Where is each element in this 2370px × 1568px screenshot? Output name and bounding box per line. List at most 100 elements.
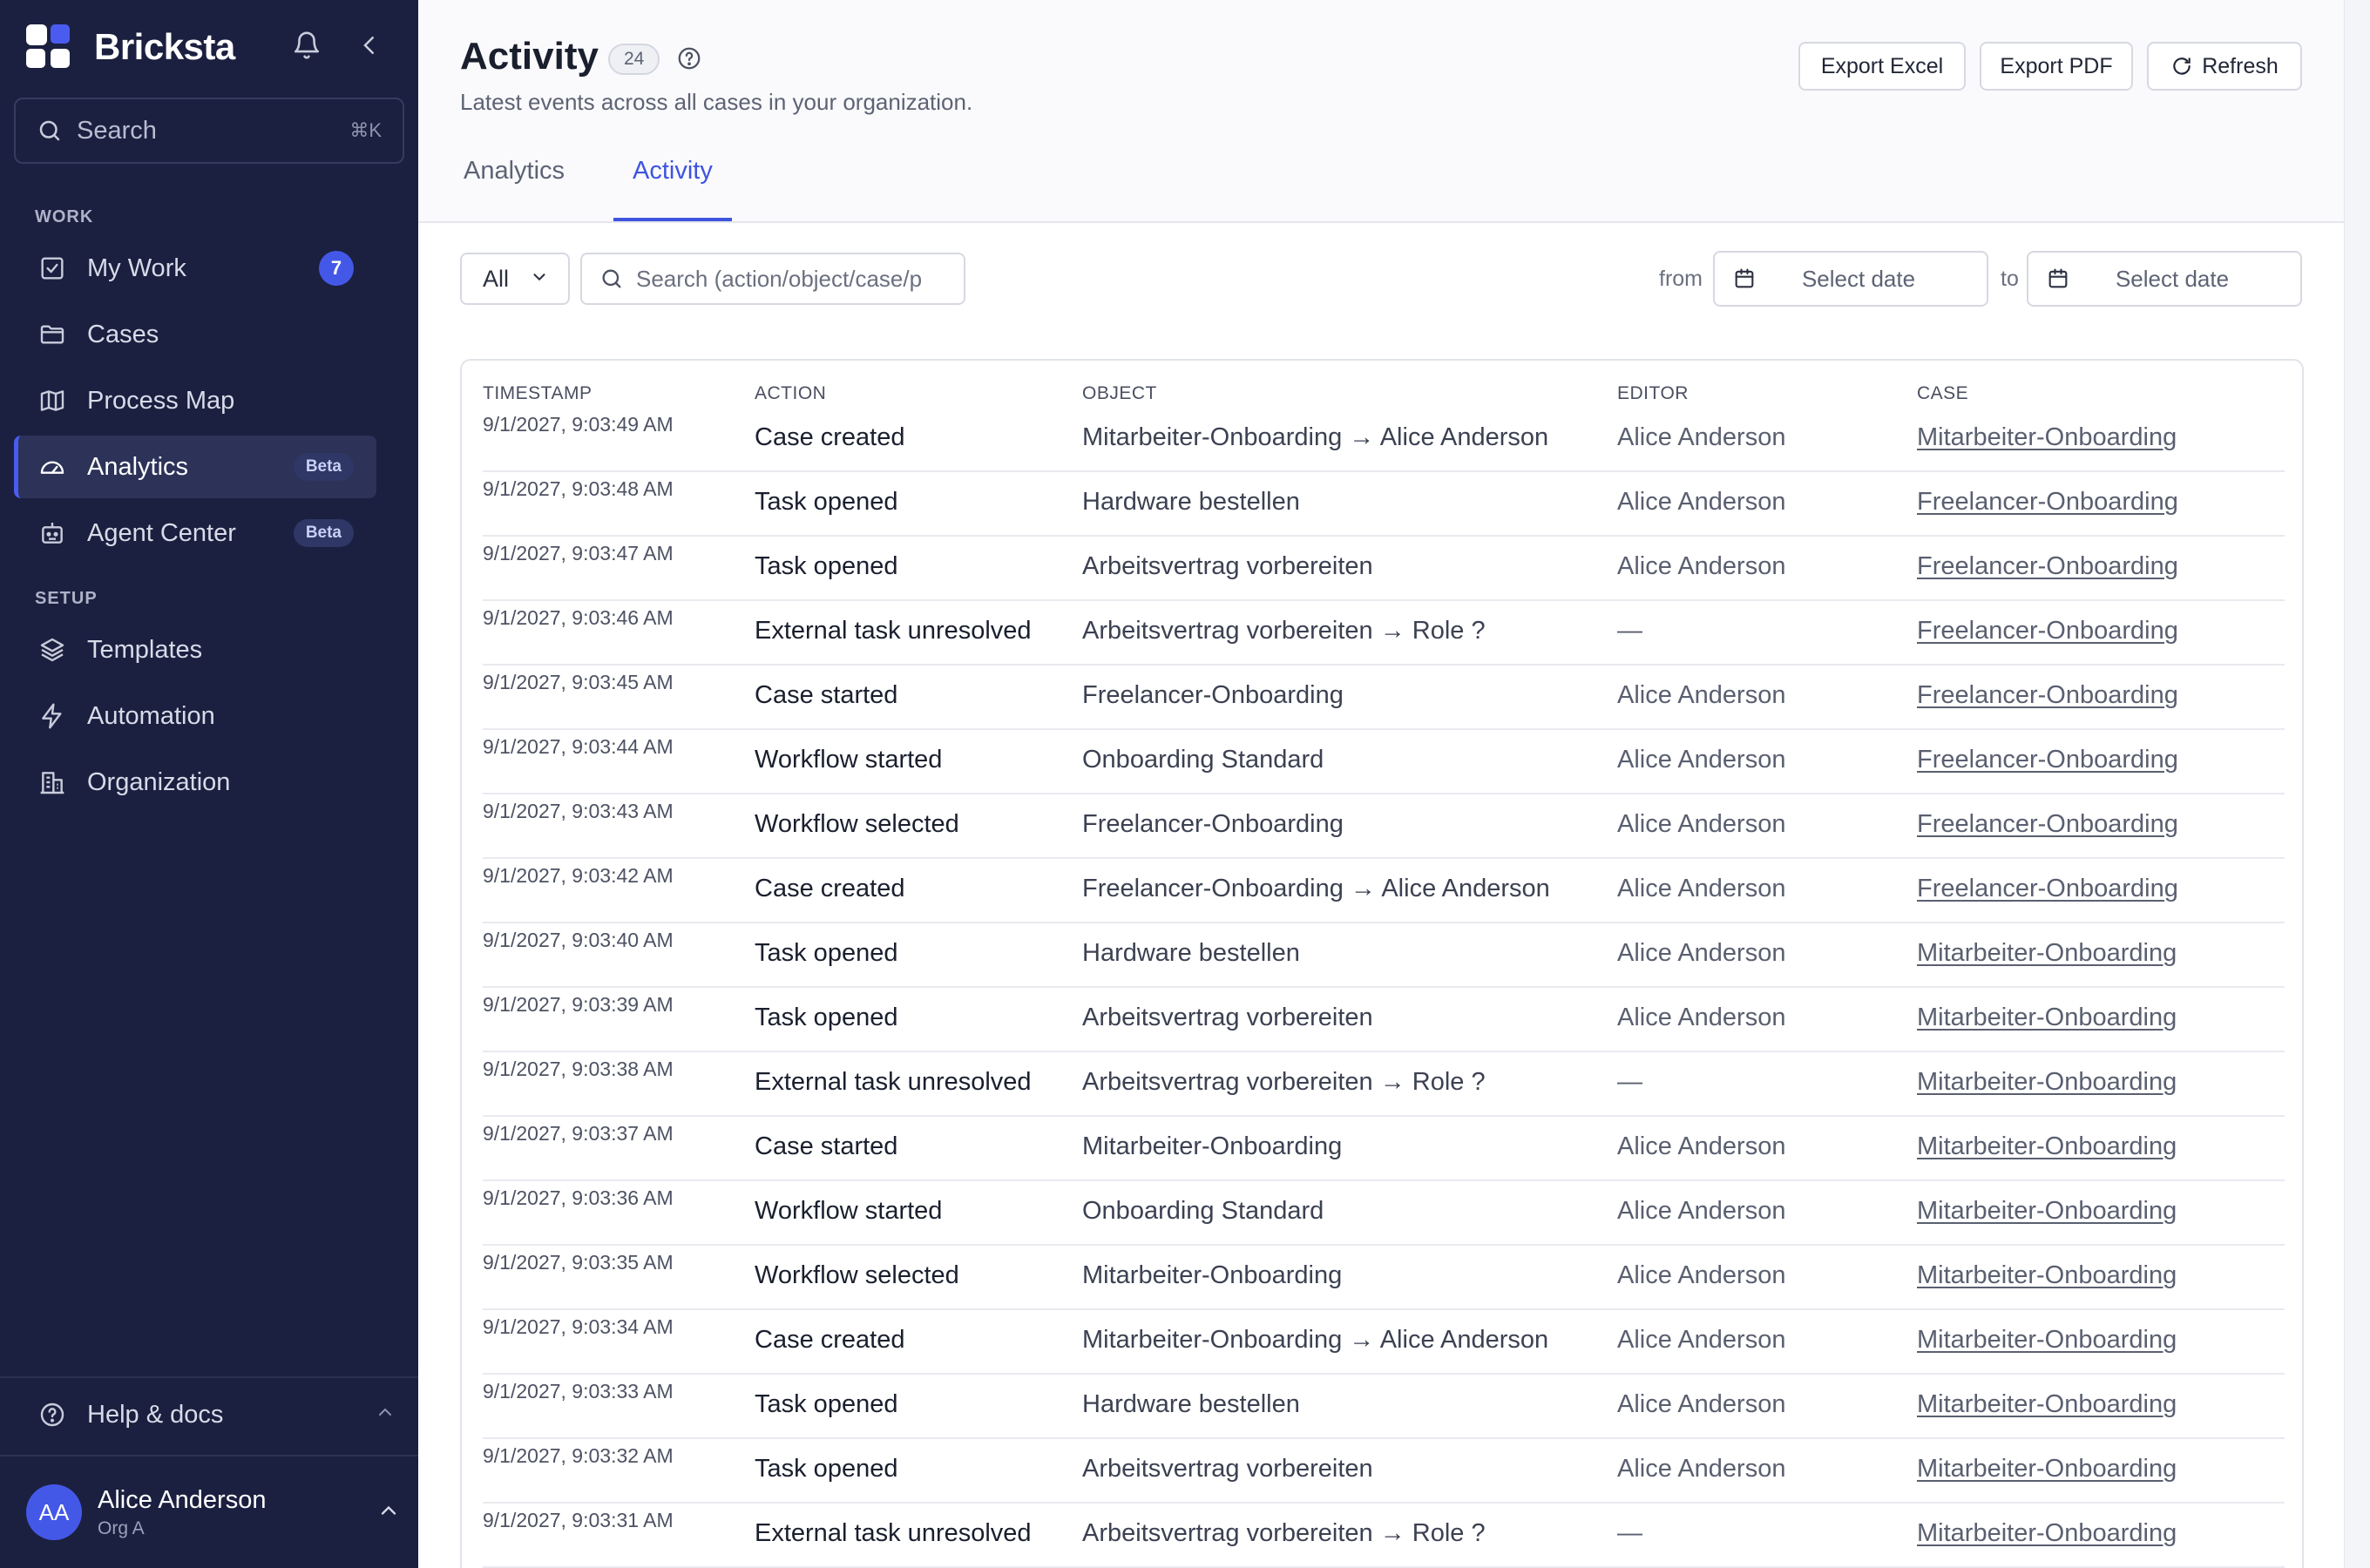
building-icon [35, 765, 70, 800]
case-link[interactable]: Freelancer-Onboarding [1917, 810, 2178, 839]
from-label: from [1659, 267, 1703, 291]
case-link[interactable]: Mitarbeiter-Onboarding [1917, 1004, 2177, 1032]
case-link[interactable]: Freelancer-Onboarding [1917, 617, 2178, 645]
column-header-action[interactable]: ACTION [755, 383, 826, 404]
section-label-work: WORK [35, 207, 94, 226]
editor-cell: — [1617, 1068, 1642, 1096]
object-cell: Freelancer-Onboarding [1082, 681, 1344, 709]
editor-cell: Alice Anderson [1617, 810, 1786, 838]
editor-cell: Alice Anderson [1617, 681, 1786, 709]
case-link[interactable]: Mitarbeiter-Onboarding [1917, 1326, 2177, 1355]
editor-cell: Alice Anderson [1617, 1455, 1786, 1483]
object-cell: Hardware bestellen [1082, 939, 1300, 967]
case-link[interactable]: Freelancer-Onboarding [1917, 875, 2178, 903]
case-link[interactable]: Mitarbeiter-Onboarding [1917, 1519, 2177, 1548]
case-link[interactable]: Freelancer-Onboarding [1917, 488, 2178, 517]
to-date-input[interactable]: Select date [2027, 251, 2302, 307]
brand[interactable]: Bricksta [26, 23, 235, 71]
editor-cell: Alice Anderson [1617, 939, 1786, 967]
table-row[interactable]: 9/1/2027, 9:03:44 AM Workflow started Onbo… [483, 730, 2285, 794]
help-circle-icon [35, 1397, 70, 1432]
column-header-object[interactable]: OBJECT [1082, 383, 1157, 404]
tab-analytics[interactable]: Analytics [444, 157, 584, 221]
chevron-down-icon [530, 266, 549, 293]
export-pdf-button[interactable]: Export PDF [1980, 42, 2133, 91]
sidebar-item-label: Agent Center [87, 518, 236, 547]
activity-search-placeholder: Search (action/object/case/p [636, 265, 923, 292]
brand-logo-icon [26, 24, 71, 70]
case-link[interactable]: Mitarbeiter-Onboarding [1917, 1068, 2177, 1097]
table-row[interactable]: 9/1/2027, 9:03:48 AM Task opened Hardware … [483, 472, 2285, 537]
case-link[interactable]: Mitarbeiter-Onboarding [1917, 1197, 2177, 1226]
type-filter-select[interactable]: All [460, 253, 570, 305]
table-row[interactable]: 9/1/2027, 9:03:42 AM Case created Freelanc… [483, 859, 2285, 923]
table-row[interactable]: 9/1/2027, 9:03:37 AM Case started Mitarbei… [483, 1117, 2285, 1181]
sidebar-search[interactable]: Search ⌘K [14, 98, 404, 164]
table-row[interactable]: 9/1/2027, 9:03:45 AM Case started Freelanc… [483, 666, 2285, 730]
chevron-up-icon[interactable] [376, 1498, 401, 1527]
activity-search-input[interactable]: Search (action/object/case/p [580, 253, 965, 305]
table-row[interactable]: 9/1/2027, 9:03:36 AM Workflow started Onbo… [483, 1181, 2285, 1246]
page-subtitle: Latest events across all cases in your o… [460, 89, 973, 115]
table-row[interactable]: 9/1/2027, 9:03:43 AM Workflow selected Fre… [483, 794, 2285, 859]
editor-cell: Alice Anderson [1617, 1326, 1786, 1354]
case-link[interactable]: Mitarbeiter-Onboarding [1917, 1455, 2177, 1484]
sidebar-item-process-map[interactable]: Process Map [14, 369, 376, 432]
column-header-case[interactable]: CASE [1917, 383, 1968, 404]
export-excel-label: Export Excel [1820, 53, 1944, 78]
sidebar-item-my-work[interactable]: My Work 7 [14, 237, 376, 300]
table-row[interactable]: 9/1/2027, 9:03:33 AM Task opened Hardware … [483, 1375, 2285, 1439]
column-header-timestamp[interactable]: TIMESTAMP [483, 383, 592, 404]
notification-bell-icon[interactable] [289, 28, 324, 63]
table-row[interactable]: 9/1/2027, 9:03:39 AM Task opened Arbeitsve… [483, 988, 2285, 1052]
editor-cell: Alice Anderson [1617, 1004, 1786, 1031]
action-cell: Task opened [755, 488, 898, 516]
help-docs-item[interactable]: Help & docs [14, 1383, 404, 1446]
case-link[interactable]: Freelancer-Onboarding [1917, 552, 2178, 581]
column-header-editor[interactable]: EDITOR [1617, 383, 1689, 404]
case-link[interactable]: Mitarbeiter-Onboarding [1917, 423, 2177, 452]
table-row[interactable]: 9/1/2027, 9:03:38 AM External task unreso… [483, 1052, 2285, 1117]
table-row[interactable]: 9/1/2027, 9:03:35 AM Workflow selected Mit… [483, 1246, 2285, 1310]
table-row[interactable]: 9/1/2027, 9:03:40 AM Task opened Hardware … [483, 923, 2285, 988]
checkbox-icon [35, 251, 70, 286]
case-link[interactable]: Mitarbeiter-Onboarding [1917, 1390, 2177, 1419]
scrollbar[interactable] [2344, 0, 2370, 1568]
table-row[interactable]: 9/1/2027, 9:03:31 AM External task unreso… [483, 1504, 2285, 1568]
user-menu[interactable]: AA Alice Anderson Org A [26, 1481, 401, 1544]
table-row[interactable]: 9/1/2027, 9:03:34 AM Case created Mitarbei… [483, 1310, 2285, 1375]
sidebar-item-agent-center[interactable]: Agent Center Beta [14, 502, 376, 564]
refresh-icon [2173, 57, 2191, 75]
sidebar-item-automation[interactable]: Automation [14, 685, 376, 747]
table-row[interactable]: 9/1/2027, 9:03:49 AM Case created Mitarbei… [483, 408, 2285, 472]
action-cell: External task unresolved [755, 1068, 1032, 1096]
table-row[interactable]: 9/1/2027, 9:03:46 AM External task unreso… [483, 601, 2285, 666]
timestamp-cell: 9/1/2027, 9:03:32 AM [483, 1444, 674, 1467]
timestamp-cell: 9/1/2027, 9:03:40 AM [483, 929, 674, 951]
case-link[interactable]: Mitarbeiter-Onboarding [1917, 939, 2177, 968]
case-link[interactable]: Mitarbeiter-Onboarding [1917, 1261, 2177, 1290]
sidebar-item-analytics[interactable]: Analytics Beta [14, 436, 376, 498]
tab-activity[interactable]: Activity [613, 157, 732, 221]
chevron-up-icon[interactable] [375, 1401, 396, 1429]
activity-table: TIMESTAMP ACTION OBJECT EDITOR CASE 9/1/… [460, 359, 2304, 1568]
help-circle-icon[interactable] [676, 45, 702, 76]
case-link[interactable]: Freelancer-Onboarding [1917, 746, 2178, 774]
object-cell: Hardware bestellen [1082, 488, 1300, 516]
sidebar-item-organization[interactable]: Organization [14, 751, 376, 814]
object-cell: Arbeitsvertrag vorbereiten → Role ? [1082, 617, 1486, 645]
table-row[interactable]: 9/1/2027, 9:03:32 AM Task opened Arbeitsve… [483, 1439, 2285, 1504]
filter-bar: All Search (action/object/case/p from Se… [418, 251, 2344, 308]
search-shortcut: ⌘K [349, 119, 382, 141]
export-excel-button[interactable]: Export Excel [1798, 42, 1966, 91]
case-link[interactable]: Mitarbeiter-Onboarding [1917, 1132, 2177, 1161]
table-row[interactable]: 9/1/2027, 9:03:47 AM Task opened Arbeitsve… [483, 537, 2285, 601]
from-date-input[interactable]: Select date [1713, 251, 1988, 307]
editor-cell: — [1617, 1519, 1642, 1547]
case-link[interactable]: Freelancer-Onboarding [1917, 681, 2178, 710]
sidebar-item-templates[interactable]: Templates [14, 618, 376, 681]
collapse-sidebar-icon[interactable] [352, 28, 387, 63]
refresh-button[interactable]: Refresh [2147, 42, 2302, 91]
sidebar-item-cases[interactable]: Cases [14, 303, 376, 366]
layers-icon [35, 632, 70, 667]
